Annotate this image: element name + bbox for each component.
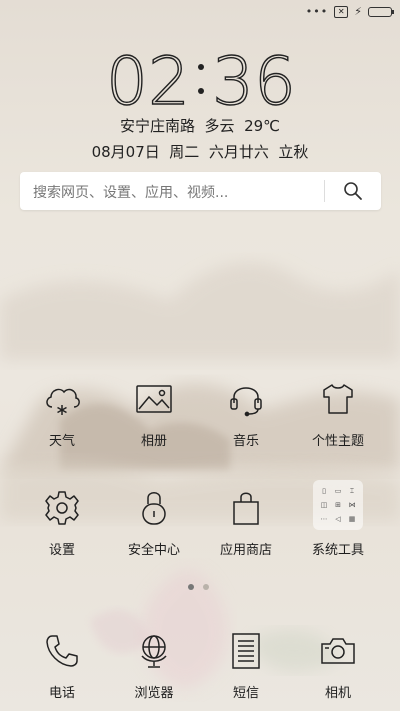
app-themes[interactable]: 个性主题 xyxy=(290,375,386,449)
tshirt-icon xyxy=(314,375,362,423)
app-label: 系统工具 xyxy=(311,543,364,558)
search-bar[interactable]: 搜索网页、设置、应用、视频... xyxy=(20,172,381,210)
dock-camera[interactable]: 相机 xyxy=(290,627,386,701)
more-dots-icon: ••• xyxy=(305,5,329,18)
clock-hours: 02 xyxy=(106,48,190,110)
app-store[interactable]: 应用商店 xyxy=(198,484,294,558)
gear-icon xyxy=(38,484,86,532)
clock[interactable]: 02 36 xyxy=(105,42,296,120)
shopping-bag-icon xyxy=(222,484,270,532)
dock-messages[interactable]: 短信 xyxy=(198,627,294,701)
clock-display: 02 36 xyxy=(105,42,296,120)
lunar-date-text: 六月廿六 xyxy=(208,143,269,161)
app-label: 短信 xyxy=(232,686,259,701)
weather-condition: 多云 xyxy=(204,117,235,135)
sim-status-icon: ✕ xyxy=(334,5,349,18)
app-label: 设置 xyxy=(48,543,75,558)
app-label: 应用商店 xyxy=(219,543,272,558)
app-weather[interactable]: 天气 xyxy=(14,375,110,449)
camera-icon xyxy=(314,627,362,675)
location-text: 安宁庄南路 xyxy=(119,117,195,135)
search-divider xyxy=(324,180,325,202)
dock-browser[interactable]: 浏览器 xyxy=(106,627,202,701)
clock-minutes: 36 xyxy=(212,48,296,110)
app-label: 个性主题 xyxy=(311,434,364,449)
date-line[interactable]: 08月07日 周二 六月廿六 立秋 xyxy=(0,141,400,162)
app-label: 相册 xyxy=(140,434,167,449)
page-indicator[interactable] xyxy=(188,584,209,590)
search-placeholder: 搜索网页、设置、应用、视频... xyxy=(33,185,229,201)
lock-icon xyxy=(130,484,178,532)
temperature-text: 29℃ xyxy=(244,117,281,135)
page-dot xyxy=(203,584,209,590)
dock-phone[interactable]: 电话 xyxy=(14,627,110,701)
message-icon xyxy=(222,627,270,675)
folder-icon: ▯ ▭ ⌶ ◫ ⊞ ⋈ ⋯ ◁ ▦ xyxy=(310,477,366,533)
solar-term-text: 立秋 xyxy=(278,143,309,161)
app-label: 浏览器 xyxy=(134,686,174,701)
search-icon[interactable] xyxy=(343,181,363,205)
app-label: 音乐 xyxy=(232,434,259,449)
date-text: 08月07日 xyxy=(91,143,160,161)
gallery-icon xyxy=(130,375,178,423)
status-bar: ••• ✕ ⚡ xyxy=(0,0,400,24)
app-label: 相机 xyxy=(324,686,351,701)
app-label: 安全中心 xyxy=(127,543,180,558)
app-gallery[interactable]: 相册 xyxy=(106,375,202,449)
weekday-text: 周二 xyxy=(169,143,200,161)
app-security[interactable]: 安全中心 xyxy=(106,484,202,558)
phone-icon xyxy=(38,627,86,675)
battery-icon xyxy=(368,6,394,17)
headphones-icon xyxy=(222,375,270,423)
globe-icon xyxy=(130,627,178,675)
charging-icon: ⚡ xyxy=(354,5,362,18)
weather-line[interactable]: 安宁庄南路 多云 29℃ xyxy=(0,115,400,136)
page-dot-active xyxy=(188,584,194,590)
app-label: 电话 xyxy=(48,686,75,701)
app-settings[interactable]: 设置 xyxy=(14,484,110,558)
app-music[interactable]: 音乐 xyxy=(198,375,294,449)
weather-cloud-icon xyxy=(38,375,86,423)
app-label: 天气 xyxy=(48,434,75,449)
folder-system-tools[interactable]: ▯ ▭ ⌶ ◫ ⊞ ⋈ ⋯ ◁ ▦ 系统工具 xyxy=(290,477,386,558)
